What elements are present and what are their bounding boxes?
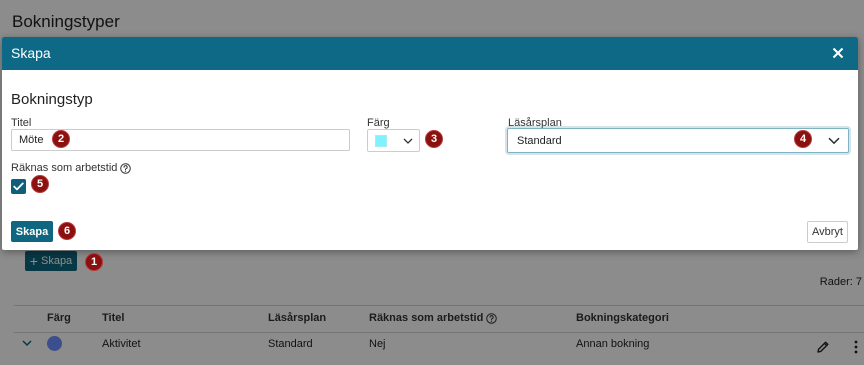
cancel-button[interactable]: Avbryt bbox=[807, 221, 848, 243]
question-circle-icon[interactable] bbox=[120, 162, 132, 174]
annotation-badge-1: 1 bbox=[85, 253, 103, 271]
annotation-badge-6: 6 bbox=[58, 222, 76, 240]
annotation-badge-5: 5 bbox=[31, 175, 49, 193]
color-label: Färg bbox=[367, 117, 390, 129]
color-picker-button[interactable] bbox=[367, 129, 420, 152]
counts-as-work-label-text: Räknas som arbetstid bbox=[11, 162, 118, 174]
annotation-badge-4: 4 bbox=[794, 130, 812, 148]
counts-as-work-checkbox[interactable] bbox=[11, 179, 26, 194]
annotation-badge-3: 3 bbox=[425, 130, 443, 148]
submit-button[interactable]: Skapa bbox=[11, 221, 53, 242]
title-label: Titel bbox=[11, 117, 32, 129]
chevron-down-icon bbox=[828, 137, 840, 145]
color-swatch bbox=[375, 135, 387, 147]
close-icon[interactable] bbox=[832, 47, 844, 59]
dialog-title: Skapa bbox=[11, 45, 51, 61]
counts-as-work-label: Räknas som arbetstid bbox=[11, 162, 132, 174]
dialog-header: Skapa bbox=[2, 37, 858, 70]
section-heading: Bokningstyp bbox=[11, 91, 93, 108]
plan-select-value: Standard bbox=[517, 134, 562, 147]
annotation-badge-2: 2 bbox=[52, 130, 70, 148]
check-icon bbox=[13, 182, 24, 191]
chevron-down-icon bbox=[403, 138, 413, 144]
